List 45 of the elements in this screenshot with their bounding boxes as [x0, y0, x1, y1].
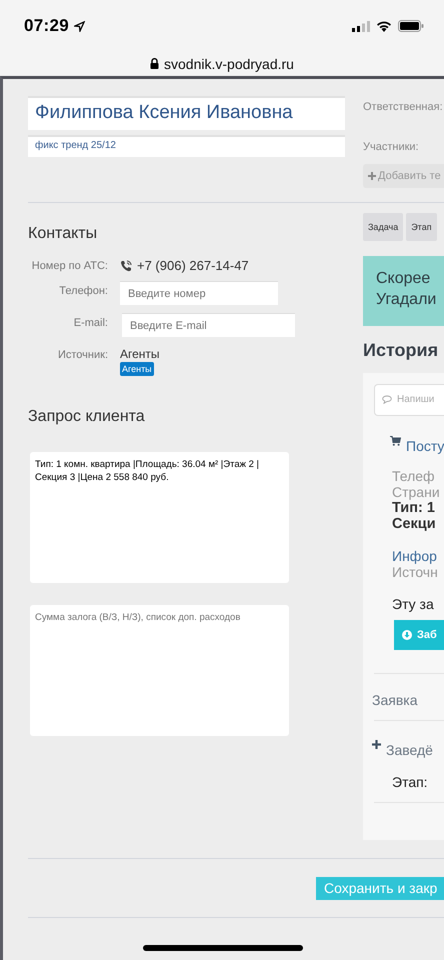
participants-label: Участники: — [363, 141, 419, 153]
client-name-field[interactable]: Филиппова Ксения Ивановна — [28, 96, 345, 130]
history-text: Источн — [392, 564, 438, 580]
history-text: Этап: — [392, 774, 428, 790]
history-entry-title: Заявка — [372, 690, 418, 708]
input-field[interactable]: Введите E-mail — [122, 313, 295, 337]
history-text: Секци — [392, 516, 436, 532]
deposit-text-area[interactable]: Сумма залога (В/З, Н/З), список доп. расходов — [30, 605, 289, 736]
cart-icon — [390, 436, 401, 446]
battery-icon — [398, 20, 424, 32]
history-heading: История — [363, 340, 438, 361]
notice-text: Скорее — [376, 269, 432, 289]
request-text-area[interactable]: Тип: 1 комн. квартира |Площадь: 36.04 м² |Этаж 2 | Секция 3 |Цена 2 558 840 руб. — [30, 452, 289, 583]
status-time: 07:29 — [24, 16, 69, 36]
history-entry-title: Заведё — [386, 740, 433, 758]
wifi-icon — [376, 20, 392, 32]
tab[interactable]: Задача — [363, 213, 404, 241]
phone-icon — [120, 260, 132, 272]
plus-icon — [368, 172, 376, 180]
plus-icon — [372, 740, 381, 749]
history-text: Эту за — [392, 596, 434, 612]
input-field[interactable]: Введите номер — [120, 281, 278, 305]
source-value: Агенты — [120, 347, 160, 361]
source-tag: Агенты — [120, 362, 154, 376]
field-label: Источник: — [56, 348, 108, 361]
speech-bubble-icon — [382, 395, 392, 404]
field-label: E-mail: — [72, 316, 108, 329]
signal-icon — [352, 20, 370, 32]
lock-icon — [150, 58, 160, 69]
notice-text: Угадали — [376, 290, 438, 310]
contacts-heading: Контакты — [28, 225, 98, 243]
location-arrow-icon — [74, 20, 85, 32]
request-heading: Запрос клиента — [28, 408, 146, 426]
tab[interactable]: Этап — [406, 213, 437, 241]
field-label: Номер по АТС: — [30, 259, 108, 272]
history-text: Тип: 1 — [392, 500, 435, 516]
phone-number[interactable]: +7 (906) 267-14-47 — [137, 258, 249, 273]
history-link[interactable]: Инфор — [392, 548, 437, 564]
history-text: Страни — [392, 484, 440, 500]
field-label: Телефон: — [58, 284, 108, 297]
responsible-label: Ответственная: — [363, 101, 443, 113]
history-text: Телеф — [392, 468, 435, 484]
client-note-field[interactable]: фикс тренд 25/12 — [28, 135, 345, 157]
download-circle-icon — [402, 630, 412, 640]
history-entry-title[interactable]: Посту — [406, 436, 444, 454]
